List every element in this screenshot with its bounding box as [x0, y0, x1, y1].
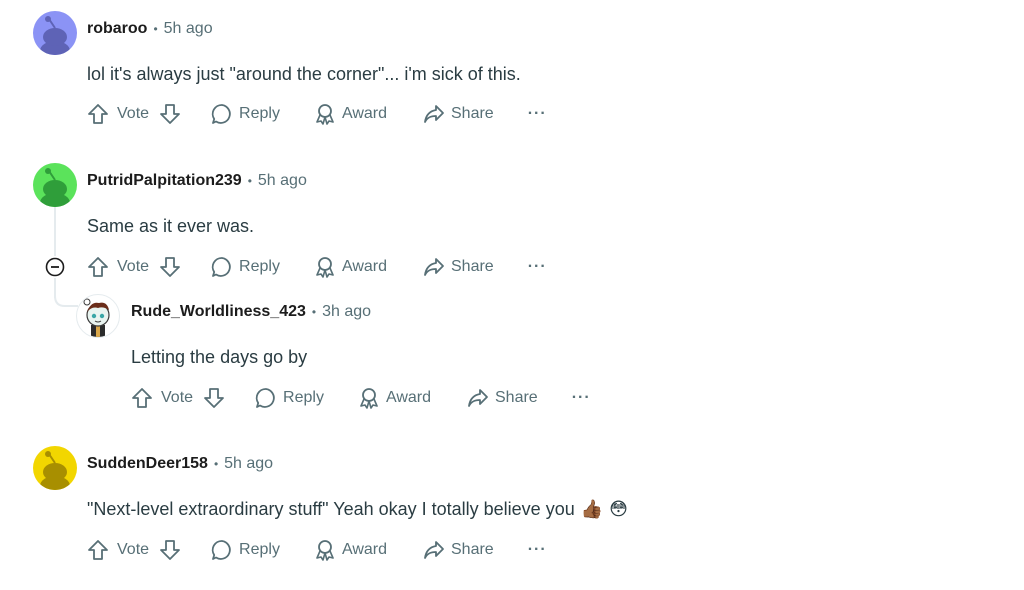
- arrow-up-icon: [88, 257, 108, 277]
- arrow-down-icon: [160, 540, 180, 560]
- reply-button[interactable]: Reply: [211, 103, 280, 125]
- comment-actions: Vote Reply Award Share ···: [87, 251, 547, 283]
- award-label: Award: [341, 258, 387, 275]
- comment-text: Letting the days go by: [131, 347, 308, 367]
- thread-branch-curve: [54, 290, 78, 307]
- award-button[interactable]: Award: [314, 256, 387, 278]
- reply-button[interactable]: Reply: [255, 387, 324, 409]
- award-button[interactable]: Award: [314, 539, 387, 561]
- reply-label: Reply: [239, 105, 280, 122]
- arrow-up-icon: [132, 388, 152, 408]
- comment-bubble-icon: [211, 540, 231, 560]
- reply-label: Reply: [239, 258, 280, 275]
- comment-actions: Vote Reply Award Share ···: [131, 382, 591, 414]
- username[interactable]: robaroo: [87, 20, 147, 38]
- arrow-down-icon: [204, 388, 224, 408]
- share-button[interactable]: Share: [423, 539, 494, 561]
- award-ribbon-icon: [360, 388, 378, 409]
- award-ribbon-icon: [316, 257, 334, 278]
- arrow-down-icon: [160, 257, 180, 277]
- comment-bubble-icon: [255, 388, 275, 408]
- share-label: Share: [495, 389, 538, 406]
- downvote-button[interactable]: [159, 256, 181, 278]
- share-arrow-icon: [424, 541, 444, 559]
- reply-label: Reply: [239, 541, 280, 558]
- snoo-avatar-icon: [40, 451, 70, 490]
- separator-dot: •: [213, 457, 219, 471]
- award-button[interactable]: Award: [314, 103, 387, 125]
- thread-line: [54, 206, 56, 256]
- timestamp[interactable]: 5h ago: [164, 20, 213, 38]
- reply-button[interactable]: Reply: [211, 256, 280, 278]
- downvote-button[interactable]: [203, 387, 225, 409]
- upvote-button[interactable]: [87, 103, 109, 125]
- share-label: Share: [451, 258, 494, 275]
- avatar[interactable]: [33, 446, 77, 490]
- upvote-button[interactable]: [87, 539, 109, 561]
- more-options-button[interactable]: ···: [528, 258, 547, 276]
- username[interactable]: SuddenDeer158: [87, 455, 208, 473]
- vote-label: Vote: [117, 541, 150, 558]
- comment-actions: Vote Reply Award Share ···: [87, 98, 547, 130]
- separator-dot: •: [247, 174, 252, 188]
- comment-bubble-icon: [211, 257, 231, 277]
- minus-circle-icon: [45, 257, 65, 277]
- award-button[interactable]: Award: [358, 387, 431, 409]
- arrow-up-icon: [88, 540, 108, 560]
- flushed-face-emoji: 😳: [609, 499, 628, 519]
- timestamp[interactable]: 5h ago: [224, 455, 273, 473]
- comment-actions: Vote Reply Award Share ···: [87, 534, 547, 566]
- thumbs-up-emoji: 👍🏾: [580, 499, 604, 519]
- avatar[interactable]: [33, 11, 77, 55]
- share-arrow-icon: [424, 258, 444, 276]
- collapse-thread-button[interactable]: [45, 257, 65, 277]
- snoo-avatar-icon: [40, 168, 70, 207]
- comment-text: "Next-level extraordinary stuff" Yeah ok…: [87, 499, 575, 519]
- arrow-down-icon: [160, 104, 180, 124]
- share-arrow-icon: [468, 389, 488, 407]
- more-options-button[interactable]: ···: [528, 541, 547, 559]
- vote-label: Vote: [161, 389, 194, 406]
- snoo-avatar-icon: [40, 16, 70, 55]
- avatar[interactable]: [33, 163, 77, 207]
- award-label: Award: [341, 541, 387, 558]
- avatar[interactable]: [76, 294, 120, 338]
- share-button[interactable]: Share: [423, 103, 494, 125]
- share-button[interactable]: Share: [467, 387, 538, 409]
- arrow-up-icon: [88, 104, 108, 124]
- share-button[interactable]: Share: [423, 256, 494, 278]
- reply-button[interactable]: Reply: [211, 539, 280, 561]
- share-arrow-icon: [424, 105, 444, 123]
- award-ribbon-icon: [316, 104, 334, 125]
- more-options-button[interactable]: ···: [572, 389, 591, 407]
- award-label: Award: [385, 389, 431, 406]
- upvote-button[interactable]: [87, 256, 109, 278]
- separator-dot: •: [311, 305, 317, 319]
- separator-dot: •: [153, 22, 158, 36]
- timestamp[interactable]: 5h ago: [258, 172, 307, 190]
- comment-text: lol it's always just "around the corner"…: [87, 64, 521, 84]
- comment-bubble-icon: [211, 104, 231, 124]
- vote-label: Vote: [117, 258, 150, 275]
- username[interactable]: Rude_Worldliness_423: [131, 303, 306, 321]
- more-options-button[interactable]: ···: [528, 105, 547, 123]
- award-label: Award: [341, 105, 387, 122]
- comment-text: Same as it ever was.: [87, 216, 255, 236]
- share-label: Share: [451, 541, 494, 558]
- vote-label: Vote: [117, 105, 150, 122]
- share-label: Share: [451, 105, 494, 122]
- username[interactable]: PutridPalpitation239: [87, 172, 242, 190]
- downvote-button[interactable]: [159, 539, 181, 561]
- award-ribbon-icon: [316, 540, 334, 561]
- downvote-button[interactable]: [159, 103, 181, 125]
- timestamp[interactable]: 3h ago: [322, 303, 371, 321]
- reply-label: Reply: [283, 389, 324, 406]
- custom-avatar-icon: [83, 298, 110, 337]
- upvote-button[interactable]: [131, 387, 153, 409]
